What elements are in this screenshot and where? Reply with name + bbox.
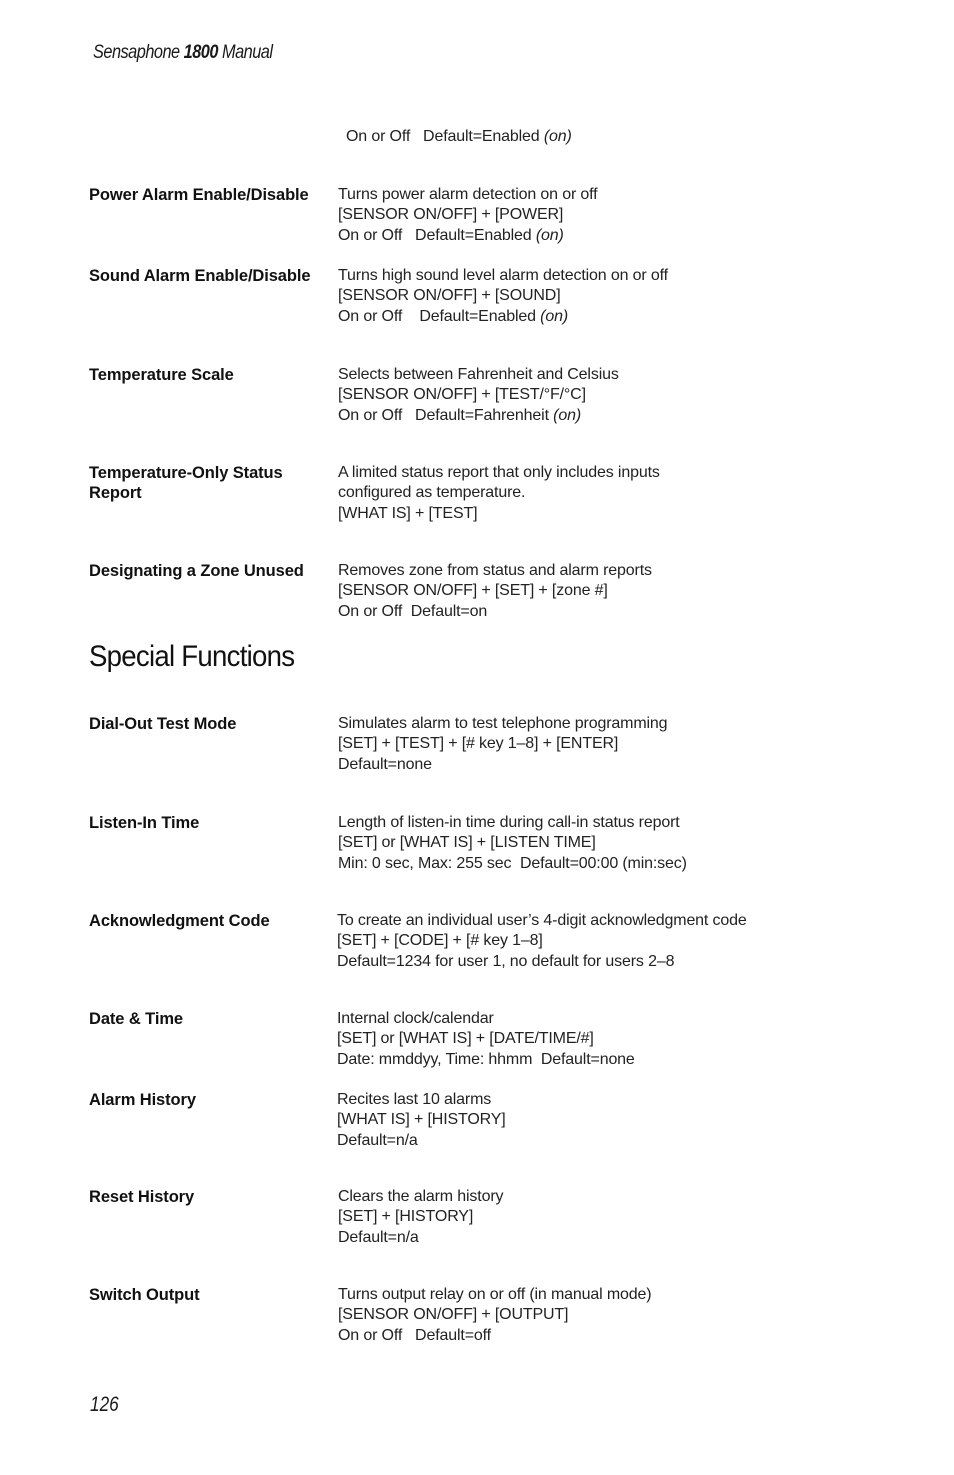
desc-line: Turns power alarm detection on or off	[338, 186, 598, 203]
desc-italic: (on)	[553, 406, 582, 424]
header-model: 1800	[183, 42, 219, 63]
desc-line: [SET] or [WHAT IS] + [LISTEN TIME]	[338, 834, 596, 852]
desc-line: [WHAT IS] + [HISTORY]	[337, 1111, 506, 1129]
term-alarm-history: Alarm History	[89, 1091, 196, 1109]
desc-line: [SENSOR ON/OFF] + [TEST/°F/°C]	[338, 386, 586, 404]
desc-date-time: Internal clock/calendar [SET] or [WHAT I…	[337, 1009, 635, 1070]
desc-line: Default=n/a	[338, 1228, 419, 1246]
continuation-line: On or Off Default=Enabled (on)	[346, 127, 572, 147]
term-dial-out-test: Dial-Out Test Mode	[89, 715, 237, 733]
desc-line: configured as temperature.	[338, 484, 526, 502]
continuation-italic: (on)	[543, 128, 572, 145]
section-title: Special Functions	[89, 640, 295, 673]
desc-line: Simulates alarm to test telephone progra…	[338, 715, 668, 732]
term-zone-unused: Designating a Zone Unused	[89, 562, 304, 580]
term-temperature-only-status: Temperature-Only Status Report	[89, 463, 283, 503]
desc-line: [WHAT IS] + [TEST]	[338, 504, 478, 522]
term-reset-history: Reset History	[89, 1188, 195, 1206]
desc-temperature-scale: Selects between Fahrenheit and Celsius […	[338, 365, 619, 426]
desc-line: Internal clock/calendar	[337, 1010, 494, 1027]
desc-line: [SET] + [TEST] + [# key 1–8] + [ENTER]	[338, 735, 619, 753]
desc-sound-alarm: Turns high sound level alarm detection o…	[338, 266, 668, 327]
desc-line: Default=none	[338, 755, 432, 773]
term-sound-alarm: Sound Alarm Enable/Disable	[89, 267, 311, 285]
desc-line: On or Off Default=Fahrenheit	[338, 406, 554, 424]
desc-italic: (on)	[540, 307, 569, 325]
term-line: Report	[89, 484, 142, 502]
desc-line: Clears the alarm history	[338, 1188, 504, 1205]
desc-line: On or Off Default=on	[338, 602, 488, 620]
desc-line: [SET] + [CODE] + [# key 1–8]	[337, 932, 543, 950]
desc-line: On or Off Default=Enabled	[338, 226, 536, 244]
running-header: Sensaphone 1800 Manual	[93, 42, 273, 64]
desc-line: Selects between Fahrenheit and Celsius	[338, 366, 619, 383]
header-suffix: Manual	[221, 42, 273, 63]
term-date-time: Date & Time	[89, 1010, 183, 1028]
desc-line: [SENSOR ON/OFF] + [SET] + [zone #]	[338, 582, 608, 600]
desc-line: On or Off Default=Enabled	[338, 307, 541, 325]
term-switch-output: Switch Output	[89, 1286, 200, 1304]
desc-line: [SENSOR ON/OFF] + [OUTPUT]	[338, 1306, 569, 1324]
desc-temperature-only-status: A limited status report that only includ…	[338, 463, 660, 524]
desc-line: Default=n/a	[337, 1131, 418, 1149]
desc-line: On or Off Default=off	[338, 1326, 491, 1344]
term-listen-in-time: Listen-In Time	[89, 814, 200, 832]
term-acknowledgment-code: Acknowledgment Code	[89, 912, 270, 930]
desc-listen-in-time: Length of listen-in time during call-in …	[338, 813, 687, 874]
continuation-text: On or Off Default=Enabled	[346, 128, 544, 145]
desc-line: Default=1234 for user 1, no default for …	[337, 952, 675, 970]
desc-acknowledgment-code: To create an individual user’s 4-digit a…	[337, 911, 747, 972]
desc-switch-output: Turns output relay on or off (in manual …	[338, 1285, 652, 1346]
term-temperature-scale: Temperature Scale	[89, 366, 234, 384]
page-number: 126	[90, 1393, 119, 1416]
desc-line: Recites last 10 alarms	[337, 1091, 492, 1108]
desc-line: Min: 0 sec, Max: 255 sec Default=00:00 (…	[338, 854, 687, 872]
desc-dial-out-test: Simulates alarm to test telephone progra…	[338, 714, 668, 775]
desc-line: Turns high sound level alarm detection o…	[338, 267, 668, 284]
desc-line: [SET] + [HISTORY]	[338, 1208, 474, 1226]
desc-line: Removes zone from status and alarm repor…	[338, 562, 652, 579]
desc-line: [SENSOR ON/OFF] + [POWER]	[338, 206, 564, 224]
desc-line: Length of listen-in time during call-in …	[338, 814, 680, 831]
desc-line: Turns output relay on or off (in manual …	[338, 1286, 652, 1303]
desc-line: [SET] or [WHAT IS] + [DATE/TIME/#]	[337, 1030, 594, 1048]
desc-alarm-history: Recites last 10 alarms [WHAT IS] + [HIST…	[337, 1090, 506, 1151]
term-line: Temperature-Only Status	[89, 464, 283, 482]
term-power-alarm: Power Alarm Enable/Disable	[89, 186, 309, 204]
desc-power-alarm: Turns power alarm detection on or off [S…	[338, 185, 598, 246]
desc-line: To create an individual user’s 4-digit a…	[337, 912, 747, 929]
desc-reset-history: Clears the alarm history [SET] + [HISTOR…	[338, 1187, 504, 1248]
header-brand: Sensaphone	[93, 42, 180, 63]
desc-line: [SENSOR ON/OFF] + [SOUND]	[338, 287, 561, 305]
desc-italic: (on)	[535, 226, 564, 244]
desc-line: Date: mmddyy, Time: hhmm Default=none	[337, 1050, 635, 1068]
desc-line: A limited status report that only includ…	[338, 464, 660, 481]
desc-zone-unused: Removes zone from status and alarm repor…	[338, 561, 652, 622]
